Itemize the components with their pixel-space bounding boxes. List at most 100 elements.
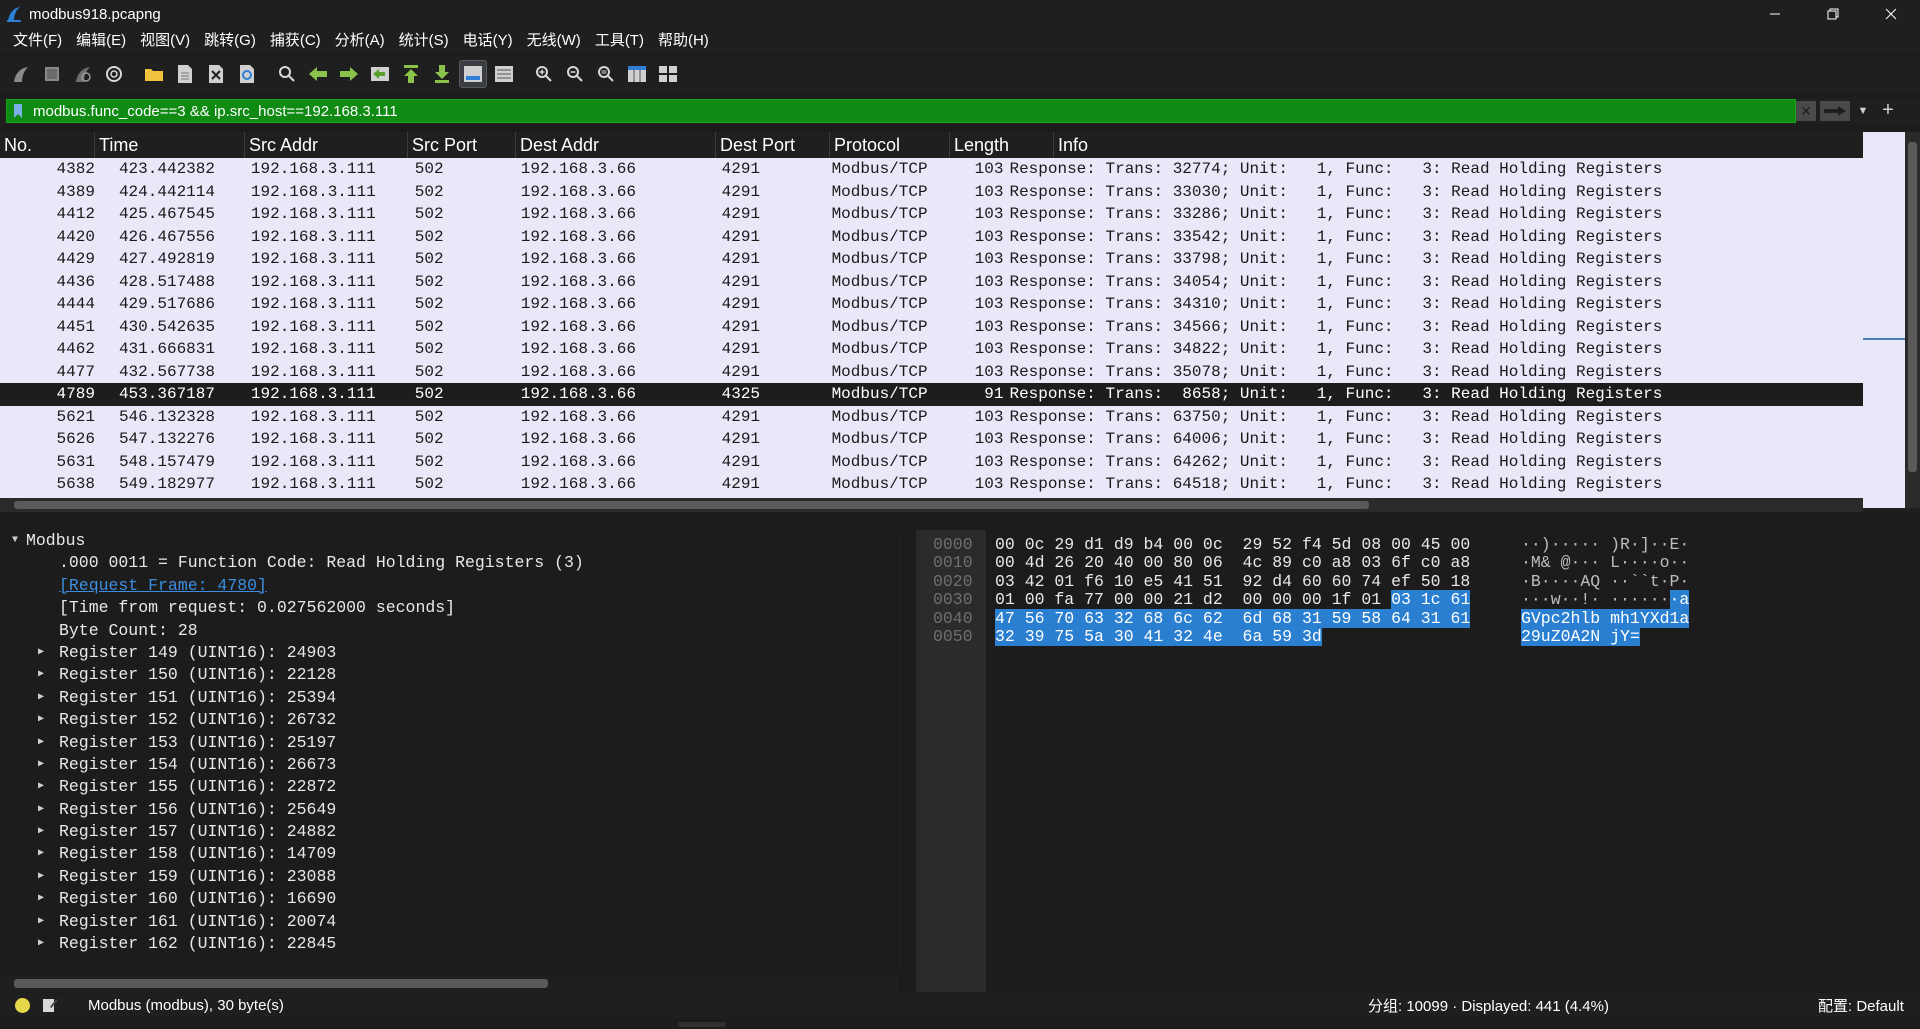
menu-file[interactable]: 文件(F) <box>6 28 69 54</box>
resize-columns-icon[interactable] <box>624 61 650 87</box>
go-to-packet-icon[interactable] <box>367 61 393 87</box>
detail-tree-item[interactable]: ▶ Register 154 (UINT16): 26673 <box>0 754 898 776</box>
packet-row[interactable]: 4451 430.542635 192.168.3.111 502 192.168.3.… <box>0 315 1863 338</box>
detail-tree-item[interactable]: .000 0011 = Function Code: Read Holding … <box>0 552 898 574</box>
filter-history-dropdown-icon[interactable]: ▼ <box>1854 101 1872 121</box>
close-icon[interactable] <box>1862 0 1920 28</box>
detail-tree-item[interactable]: [Time from request: 0.027562000 seconds] <box>0 597 898 619</box>
detail-tree-item[interactable]: ▶ Register 157 (UINT16): 24882 <box>0 821 898 843</box>
col-header-dest-port[interactable]: Dest Port <box>716 132 830 158</box>
collapsed-arrow-icon[interactable]: ▶ <box>34 888 48 910</box>
bookmark-icon[interactable] <box>7 100 29 122</box>
col-header-dest-addr[interactable]: Dest Addr <box>516 132 716 158</box>
restore-icon[interactable] <box>1804 0 1862 28</box>
collapsed-arrow-icon[interactable]: ▶ <box>34 642 48 664</box>
collapsed-arrow-icon[interactable]: ▶ <box>34 911 48 933</box>
packet-list-hscrollbar[interactable] <box>0 498 1863 512</box>
filter-expression[interactable]: modbus.func_code==3 && ip.src_host==192.… <box>29 103 398 120</box>
minimize-icon[interactable] <box>1746 0 1804 28</box>
ascii-bytes-highlighted[interactable]: ·a <box>1669 590 1690 610</box>
detail-tree-item[interactable]: ▶ Register 158 (UINT16): 14709 <box>0 843 898 865</box>
detail-tree-item[interactable]: ▶ Register 155 (UINT16): 22872 <box>0 776 898 798</box>
capture-comment-edit-icon[interactable] <box>42 997 58 1013</box>
collapsed-arrow-icon[interactable]: ▶ <box>34 821 48 843</box>
restart-capture-icon[interactable] <box>70 61 96 87</box>
packet-row[interactable]: 5638 549.182977 192.168.3.111 502 192.168.3.… <box>0 473 1863 496</box>
collapsed-arrow-icon[interactable]: ▶ <box>34 933 48 955</box>
layout-icon[interactable] <box>655 61 681 87</box>
find-packet-icon[interactable] <box>274 61 300 87</box>
colorize-icon[interactable] <box>491 61 517 87</box>
clear-filter-icon[interactable]: ✕ <box>1796 101 1816 121</box>
go-first-icon[interactable] <box>398 61 424 87</box>
col-header-info[interactable]: Info <box>1054 132 1863 158</box>
packet-list-vscrollbar[interactable] <box>1863 132 1920 512</box>
detail-tree-item[interactable]: ▶ Register 152 (UINT16): 26732 <box>0 709 898 731</box>
go-forward-icon[interactable] <box>336 61 362 87</box>
display-filter-input[interactable]: modbus.func_code==3 && ip.src_host==192.… <box>6 99 1796 123</box>
packet-row[interactable]: 5631 548.157479 192.168.3.111 502 192.168.3.… <box>0 450 1863 473</box>
hex-bytes-highlighted[interactable]: 03 1c 61 <box>1391 590 1471 610</box>
detail-tree-item[interactable]: ▶ Register 159 (UINT16): 23088 <box>0 866 898 888</box>
menu-tools[interactable]: 工具(T) <box>588 28 651 54</box>
packet-row[interactable]: 4436 428.517488 192.168.3.111 502 192.168.3.… <box>0 270 1863 293</box>
hex-bytes-highlighted[interactable]: 47 56 70 63 32 68 6c 62 6d 68 31 59 58 6… <box>995 608 1471 628</box>
open-file-icon[interactable] <box>141 61 167 87</box>
menu-go[interactable]: 跳转(G) <box>197 28 263 54</box>
packet-minimap[interactable] <box>1863 132 1905 508</box>
detail-tree-item[interactable]: ▶ Register 151 (UINT16): 25394 <box>0 687 898 709</box>
collapsed-arrow-icon[interactable]: ▶ <box>34 664 48 686</box>
detail-tree-item[interactable]: Byte Count: 28 <box>0 620 898 642</box>
expert-info-led-icon[interactable] <box>15 997 30 1013</box>
autoscroll-icon[interactable] <box>459 60 487 88</box>
collapsed-arrow-icon[interactable]: ▶ <box>34 732 48 754</box>
detail-tree-item[interactable]: ▼ Modbus <box>0 530 898 552</box>
zoom-out-icon[interactable] <box>562 61 588 87</box>
scroll-thumb[interactable] <box>14 501 1369 509</box>
col-header-length[interactable]: Length <box>950 132 1054 158</box>
packet-row[interactable]: 4444 429.517686 192.168.3.111 502 192.168.3.… <box>0 293 1863 316</box>
detail-tree-item[interactable]: ▶ Register 161 (UINT16): 20074 <box>0 911 898 933</box>
packet-row[interactable]: 4429 427.492819 192.168.3.111 502 192.168.3.… <box>0 248 1863 271</box>
scroll-thumb[interactable] <box>14 979 548 988</box>
packet-row[interactable]: 4420 426.467556 192.168.3.111 502 192.168.3.… <box>0 225 1863 248</box>
collapsed-arrow-icon[interactable]: ▶ <box>34 754 48 776</box>
detail-tree-item[interactable]: ▶ Register 150 (UINT16): 22128 <box>0 664 898 686</box>
detail-tree-item[interactable]: ▶ Register 149 (UINT16): 24903 <box>0 642 898 664</box>
go-last-icon[interactable] <box>429 61 455 87</box>
menu-capture[interactable]: 捕获(C) <box>263 28 328 54</box>
collapsed-arrow-icon[interactable]: ▶ <box>34 776 48 798</box>
detail-tree-item[interactable]: ▶ Register 160 (UINT16): 16690 <box>0 888 898 910</box>
collapsed-arrow-icon[interactable]: ▶ <box>34 843 48 865</box>
menu-statistics[interactable]: 统计(S) <box>392 28 456 54</box>
menu-wireless[interactable]: 无线(W) <box>520 28 588 54</box>
apply-filter-icon[interactable] <box>1820 101 1850 121</box>
capture-options-icon[interactable] <box>101 61 127 87</box>
col-header-time[interactable]: Time <box>95 132 245 158</box>
go-back-icon[interactable] <box>305 61 331 87</box>
request-frame-link[interactable]: [Request Frame: 4780] <box>0 575 898 597</box>
ascii-bytes-highlighted[interactable]: 29uZ0A2N jY= <box>1521 627 1640 646</box>
menu-help[interactable]: 帮助(H) <box>651 28 716 54</box>
packet-row[interactable]: 4389 424.442114 192.168.3.111 502 192.168.3.… <box>0 180 1863 203</box>
expanded-arrow-icon[interactable]: ▼ <box>8 530 22 552</box>
save-file-icon[interactable] <box>172 61 198 87</box>
packet-row[interactable]: 4412 425.467545 192.168.3.111 502 192.168.3.… <box>0 203 1863 226</box>
collapsed-arrow-icon[interactable]: ▶ <box>34 687 48 709</box>
collapsed-arrow-icon[interactable]: ▶ <box>34 866 48 888</box>
packet-row-selected[interactable]: 4789 453.367187 192.168.3.111 502 192.168.3.… <box>0 383 1863 406</box>
add-filter-button-icon[interactable]: + <box>1876 99 1900 121</box>
pane-splitter[interactable] <box>0 512 1920 530</box>
reload-file-icon[interactable] <box>234 61 260 87</box>
packet-row[interactable]: 5626 547.132276 192.168.3.111 502 192.168.3.… <box>0 428 1863 451</box>
menu-edit[interactable]: 编辑(E) <box>69 28 133 54</box>
ascii-bytes[interactable]: 29uZ0A2N jY= <box>1521 626 1640 648</box>
hex-bytes[interactable]: 32 39 75 5a 30 41 32 4e 6a 59 3d <box>995 626 1322 648</box>
resize-grip[interactable] <box>678 1022 726 1027</box>
close-file-icon[interactable] <box>203 61 229 87</box>
ascii-bytes-highlighted[interactable]: GVpc2hlb mh1YXd1a <box>1521 608 1690 628</box>
hex-bytes-highlighted[interactable]: 32 39 75 5a 30 41 32 4e 6a 59 3d <box>995 627 1322 646</box>
zoom-reset-icon[interactable] <box>593 61 619 87</box>
col-header-src-port[interactable]: Src Port <box>408 132 516 158</box>
detail-tree-item[interactable]: ▶ Register 153 (UINT16): 25197 <box>0 732 898 754</box>
